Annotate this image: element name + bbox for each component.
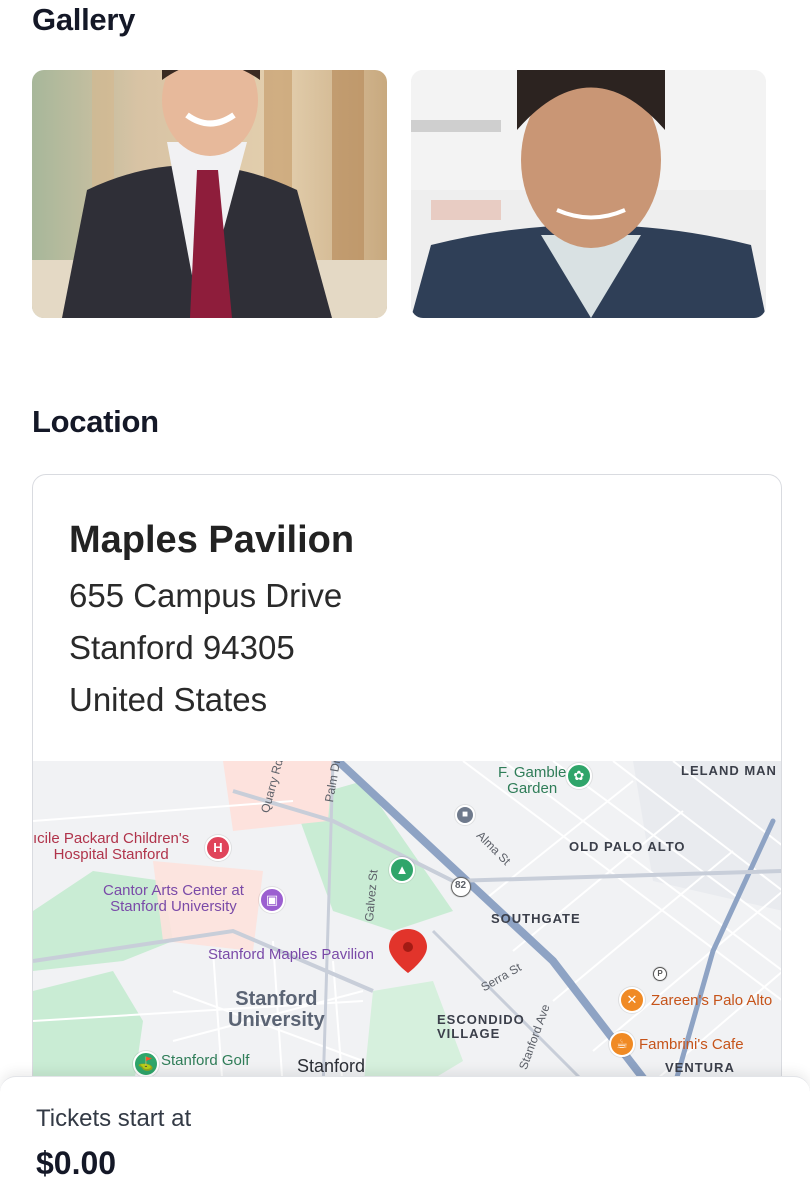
map-label-leland-manor: LELAND MAN [681,763,777,778]
event-page: Gallery Location Maples Pavilion 655 Cam… [0,0,810,1200]
train-station-icon[interactable]: ■ [455,805,475,825]
location-heading: Location [32,404,159,439]
map-label-stanford-university[interactable]: Stanford University [228,989,325,1031]
golf-icon[interactable]: ⛳ [133,1051,159,1077]
map-label-stanford-town: Stanford [297,1056,366,1076]
park-poi-icon[interactable]: ▲ [389,857,415,883]
map-label-fambrinis[interactable]: Fambrini's Cafe [639,1037,744,1053]
gallery-photo-1[interactable] [32,70,387,318]
hospital-icon[interactable]: H [205,835,231,861]
map-label-gamble-garden[interactable]: Elizabeth F. Gamble Garden [498,761,566,796]
tickets-footer: Tickets start at $0.00 [0,1076,810,1200]
gallery-photo-2[interactable] [411,70,766,318]
map-label-escondido-village: ESCONDIDO VILLAGE [437,1012,525,1041]
cafe-icon[interactable]: ☕ [609,1031,635,1057]
map-label-old-palo-alto: OLD PALO ALTO [569,839,686,854]
venue-name: Maples Pavilion [69,519,355,561]
address-street: 655 Campus Drive [69,577,343,614]
address-city: Stanford 94305 [69,629,295,666]
map-label-stanford-golf[interactable]: Stanford Golf [161,1053,249,1069]
restaurant-icon[interactable]: ✕ [619,987,645,1013]
map-label-cantor-arts[interactable]: Cantor Arts Center at Stanford Universit… [103,883,244,915]
tickets-price: $0.00 [36,1145,117,1181]
garden-poi-icon[interactable]: ✿ [566,763,592,789]
route-82-label: 82 [455,880,467,891]
address-country: United States [69,681,268,718]
map-label-childrens-hospital[interactable]: ıcile Packard Children's Hospital Stanfo… [33,831,189,863]
gallery-heading: Gallery [32,2,136,37]
map-label-ventura: VENTURA [665,1060,735,1075]
museum-icon[interactable]: ▣ [259,887,285,913]
tickets-start-label: Tickets start at [36,1105,192,1132]
map-label-maples-pavilion[interactable]: Stanford Maples Pavilion [208,947,374,963]
location-map[interactable]: Elizabeth F. Gamble Garden ✿ LELAND MAN … [33,761,781,1091]
map-label-southgate: SOUTHGATE [491,911,581,926]
parking-icon: P [653,967,667,981]
map-label-zareens[interactable]: Zareen's Palo Alto [651,993,772,1009]
